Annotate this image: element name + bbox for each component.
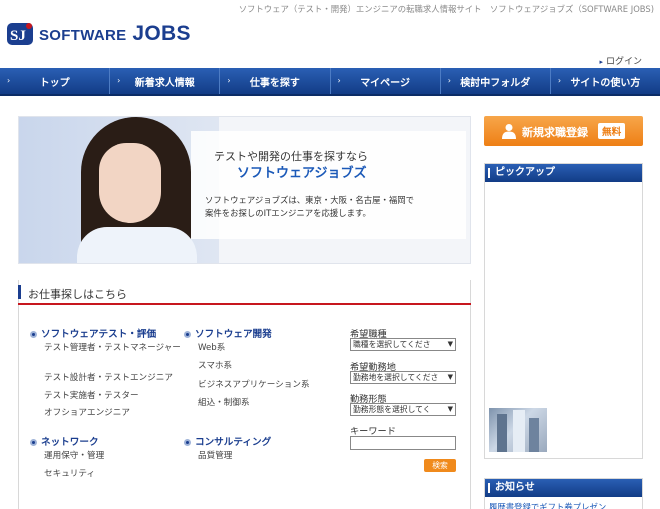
subcategory-link[interactable]: Web系 bbox=[198, 342, 225, 355]
nav-arrow-icon: › bbox=[227, 76, 231, 85]
subcategory-link[interactable]: テスト設計者・テストエンジニア bbox=[44, 372, 173, 385]
work-style-select[interactable]: 勤務形態を選択してく ▼ bbox=[350, 403, 456, 416]
register-label: 新規求職登録 bbox=[522, 126, 588, 139]
person-icon bbox=[502, 124, 516, 139]
pickup-header: ピックアップ bbox=[485, 164, 642, 182]
subcategory-link[interactable]: テスト管理者・テストマネージャー bbox=[44, 342, 181, 355]
site-tagline: ソフトウェア（テスト・開発）エンジニアの転職求人情報サイト ソフトウェアジョブズ… bbox=[238, 4, 654, 14]
pickup-image[interactable] bbox=[489, 408, 547, 452]
main-nav: › トップ › 新着求人情報 › 仕事を探す › マイページ › 検討中フォルダ › サイト… bbox=[0, 68, 660, 96]
subcategory-link[interactable]: ビジネスアプリケーション系 bbox=[198, 379, 310, 392]
svg-text:SJ: SJ bbox=[10, 28, 26, 44]
nav-top[interactable]: › トップ bbox=[0, 68, 111, 94]
subcategory-link[interactable]: セキュリティ bbox=[44, 468, 95, 481]
keyword-input[interactable] bbox=[350, 436, 456, 450]
register-button[interactable]: 新規求職登録 無料 bbox=[484, 116, 643, 146]
keyword-label: キーワード bbox=[350, 426, 396, 437]
nav-mypage[interactable]: › マイページ bbox=[331, 68, 441, 94]
nav-arrow-icon: › bbox=[117, 76, 121, 85]
logo-software: SOFTWARE bbox=[39, 27, 127, 44]
job-type-select[interactable]: 職種を選択してくださ ▼ bbox=[350, 338, 456, 351]
logo-jobs: JOBS bbox=[132, 22, 191, 45]
hero-subtitle: ソフトウェアジョブズ bbox=[237, 166, 367, 181]
category-software-test[interactable]: ソフトウェアテスト・評価 bbox=[30, 326, 156, 340]
bullet-icon bbox=[30, 331, 37, 338]
category-network[interactable]: ネットワーク bbox=[30, 434, 99, 448]
subcategory-link[interactable]: 組込・制御系 bbox=[198, 397, 250, 410]
pickup-box: ピックアップ bbox=[484, 163, 643, 459]
arrow-right-icon: ▸ bbox=[599, 58, 603, 66]
subcategory-link[interactable]: テスト実施者・テスター bbox=[44, 390, 139, 403]
sj-logo-icon: SJ bbox=[7, 23, 33, 45]
bullet-icon bbox=[184, 439, 191, 446]
news-header: お知らせ bbox=[485, 479, 642, 497]
search-button[interactable]: 検索 bbox=[424, 459, 456, 472]
search-header: お仕事探しはこちら bbox=[18, 280, 471, 305]
logo-text: SOFTWARE JOBS bbox=[39, 22, 191, 46]
nav-arrow-icon: › bbox=[447, 76, 451, 85]
nav-find-job[interactable]: › 仕事を探す bbox=[220, 68, 331, 94]
dropdown-caret-icon: ▼ bbox=[447, 405, 453, 413]
nav-new-jobs[interactable]: › 新着求人情報 bbox=[110, 68, 221, 94]
category-software-dev[interactable]: ソフトウェア開発 bbox=[184, 326, 272, 340]
news-link[interactable]: 履歴書登録でギフト券プレゼン bbox=[489, 501, 606, 509]
subcategory-link[interactable]: オフショアエンジニア bbox=[44, 407, 130, 420]
nav-arrow-icon: › bbox=[337, 76, 341, 85]
dropdown-caret-icon: ▼ bbox=[447, 373, 453, 381]
nav-arrow-icon: › bbox=[7, 76, 11, 85]
hero-banner bbox=[18, 116, 471, 264]
subcategory-link[interactable]: スマホ系 bbox=[198, 360, 232, 373]
hero-description: ソフトウェアジョブズは、東京・大阪・名古屋・福岡で 案件をお探しのITエンジニア… bbox=[205, 195, 415, 218]
subcategory-link[interactable]: 運用保守・管理 bbox=[44, 450, 104, 463]
hero-photo bbox=[19, 117, 219, 263]
search-title: お仕事探しはこちら bbox=[28, 288, 127, 301]
subcategory-link[interactable]: 品質管理 bbox=[198, 450, 232, 463]
news-box: お知らせ 履歴書登録でギフト券プレゼン bbox=[484, 478, 643, 509]
login-label: ログイン bbox=[605, 57, 642, 67]
dropdown-caret-icon: ▼ bbox=[447, 340, 453, 348]
site-logo[interactable]: SJ SOFTWARE JOBS bbox=[6, 20, 191, 48]
bullet-icon bbox=[184, 331, 191, 338]
nav-folder[interactable]: › 検討中フォルダ bbox=[441, 68, 551, 94]
bullet-icon bbox=[30, 439, 37, 446]
nav-howto[interactable]: › サイトの使い方 bbox=[551, 68, 660, 94]
login-link[interactable]: ▸ ログイン bbox=[599, 54, 642, 67]
category-consulting[interactable]: コンサルティング bbox=[184, 434, 271, 448]
area-select[interactable]: 勤務地を選択してくださ ▼ bbox=[350, 371, 456, 384]
free-badge: 無料 bbox=[598, 123, 626, 139]
nav-arrow-icon: › bbox=[557, 76, 562, 85]
